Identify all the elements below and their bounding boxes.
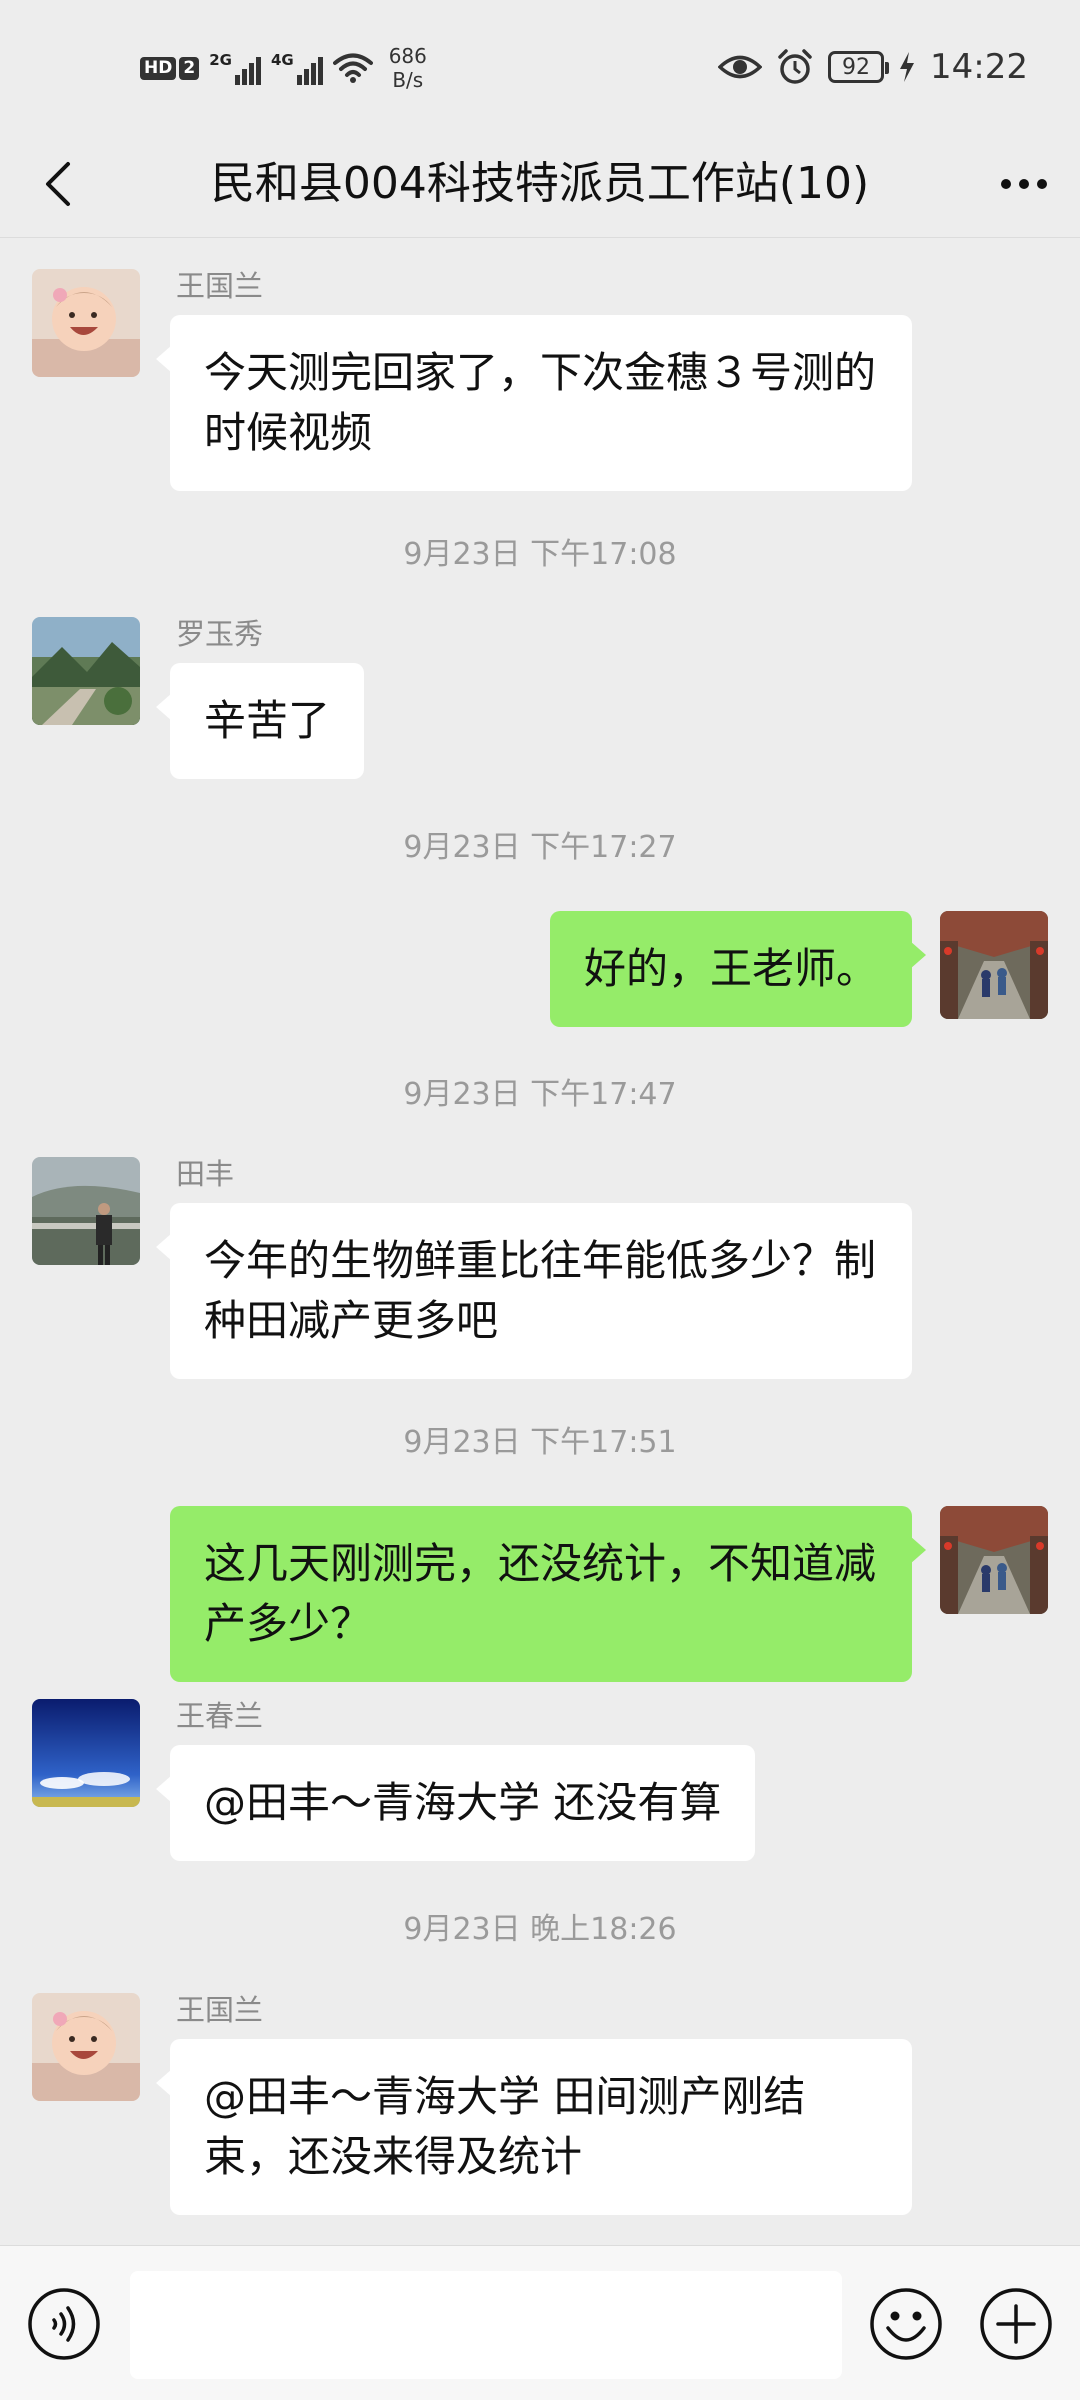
baby-avatar-icon — [32, 1993, 140, 2101]
own-avatar-icon — [940, 1506, 1048, 1614]
sender-name: 罗玉秀 — [176, 617, 264, 651]
chat-header: 民和县004科技特派员工作站(10) — [0, 130, 1080, 238]
avatar[interactable] — [940, 911, 1048, 1019]
hd-badge: HD 2 — [140, 56, 200, 80]
signal-1-icon: 2G — [209, 51, 261, 85]
avatar[interactable] — [32, 1157, 140, 1265]
avatar[interactable] — [32, 1699, 140, 1807]
voice-button[interactable] — [26, 2286, 102, 2362]
message-row: 这几天刚测完，还没统计，不知道减产多少？ — [0, 1506, 1080, 1682]
sender-name: 王春兰 — [176, 1699, 264, 1733]
battery-icon: 92 — [828, 51, 890, 83]
timestamp: 9月23日 下午17:08 — [403, 537, 677, 572]
charging-icon — [900, 52, 915, 82]
more-options-button[interactable] — [992, 154, 1056, 214]
input-bar — [0, 2245, 1080, 2400]
sender-name: 王国兰 — [176, 1993, 264, 2027]
person-avatar-icon — [32, 1157, 140, 1265]
chevron-left-icon — [46, 162, 70, 206]
message-list[interactable]: 王国兰 今天测完回家了，下次金穗３号测的时候视频 9月23日 下午17:08 罗… — [0, 239, 1080, 2244]
sender-name: 王国兰 — [176, 269, 264, 303]
plus-icon — [980, 2288, 1052, 2360]
message-bubble[interactable]: 好的，王老师。 — [549, 911, 927, 1027]
sim-label: 2 — [179, 56, 200, 80]
network-speed: 686 B/s — [389, 44, 427, 92]
message-bubble[interactable]: @田丰～青海大学 还没有算 — [155, 1745, 756, 1861]
avatar[interactable] — [32, 269, 140, 377]
clock: 14:22 — [930, 47, 1028, 87]
message-bubble[interactable]: 这几天刚测完，还没统计，不知道减产多少？ — [170, 1506, 926, 1682]
eye-icon — [718, 55, 763, 79]
message-bubble[interactable]: 今年的生物鲜重比往年能低多少？制种田减产更多吧 — [156, 1203, 912, 1379]
hd-label: HD — [140, 56, 177, 80]
timestamp: 9月23日 晚上18:26 — [403, 1912, 677, 1947]
own-avatar-icon — [940, 911, 1048, 1019]
signal-1-gen: 2G — [209, 51, 232, 69]
status-bar: HD 2 2G 4G 686 B/s 92 14:22 — [0, 0, 1080, 130]
signal-2-icon: 4G — [271, 51, 323, 85]
avatar[interactable] — [32, 617, 140, 725]
message-row: 王春兰 @田丰～青海大学 还没有算 — [0, 1699, 1080, 1864]
timestamp: 9月23日 下午17:51 — [403, 1425, 677, 1460]
message-row: 王国兰 今天测完回家了，下次金穗３号测的时候视频 — [0, 269, 1080, 509]
more-dots-icon — [1001, 179, 1047, 189]
message-input[interactable] — [130, 2271, 842, 2379]
landscape-avatar-icon — [32, 617, 140, 725]
message-bubble[interactable]: @田丰～青海大学 田间测产刚结束，还没来得及统计 — [156, 2039, 912, 2215]
message-row: 罗玉秀 辛苦了 — [0, 617, 1080, 779]
avatar[interactable] — [940, 1506, 1048, 1614]
battery-level: 92 — [842, 54, 871, 80]
message-row: 好的，王老师。 — [0, 911, 1080, 1027]
sender-name: 田丰 — [176, 1157, 235, 1191]
back-button[interactable] — [30, 154, 90, 214]
message-bubble[interactable]: 今天测完回家了，下次金穗３号测的时候视频 — [156, 315, 912, 491]
message-row: 田丰 今年的生物鲜重比往年能低多少？制种田减产更多吧 — [0, 1157, 1080, 1397]
speed-value: 686 — [388, 44, 427, 68]
speed-unit: B/s — [392, 68, 424, 92]
sky-avatar-icon — [32, 1699, 140, 1807]
alarm-icon — [778, 49, 812, 84]
status-right: 92 14:22 — [718, 42, 1028, 92]
timestamp: 9月23日 下午17:47 — [403, 1077, 677, 1112]
wifi-icon — [332, 53, 373, 83]
timestamp: 9月23日 下午17:27 — [403, 830, 677, 865]
page-title: 民和县004科技特派员工作站(10) — [210, 158, 870, 209]
message-bubble[interactable]: 辛苦了 — [155, 663, 365, 779]
emoji-icon — [870, 2288, 942, 2360]
emoji-button[interactable] — [868, 2286, 944, 2362]
more-actions-button[interactable] — [978, 2286, 1054, 2362]
voice-icon — [28, 2288, 100, 2360]
signal-2-gen: 4G — [270, 51, 294, 69]
baby-avatar-icon — [32, 269, 140, 377]
avatar[interactable] — [32, 1993, 140, 2101]
message-row: 王国兰 @田丰～青海大学 田间测产刚结束，还没来得及统计 — [0, 1993, 1080, 2233]
status-left: HD 2 2G 4G 686 B/s — [140, 40, 427, 96]
